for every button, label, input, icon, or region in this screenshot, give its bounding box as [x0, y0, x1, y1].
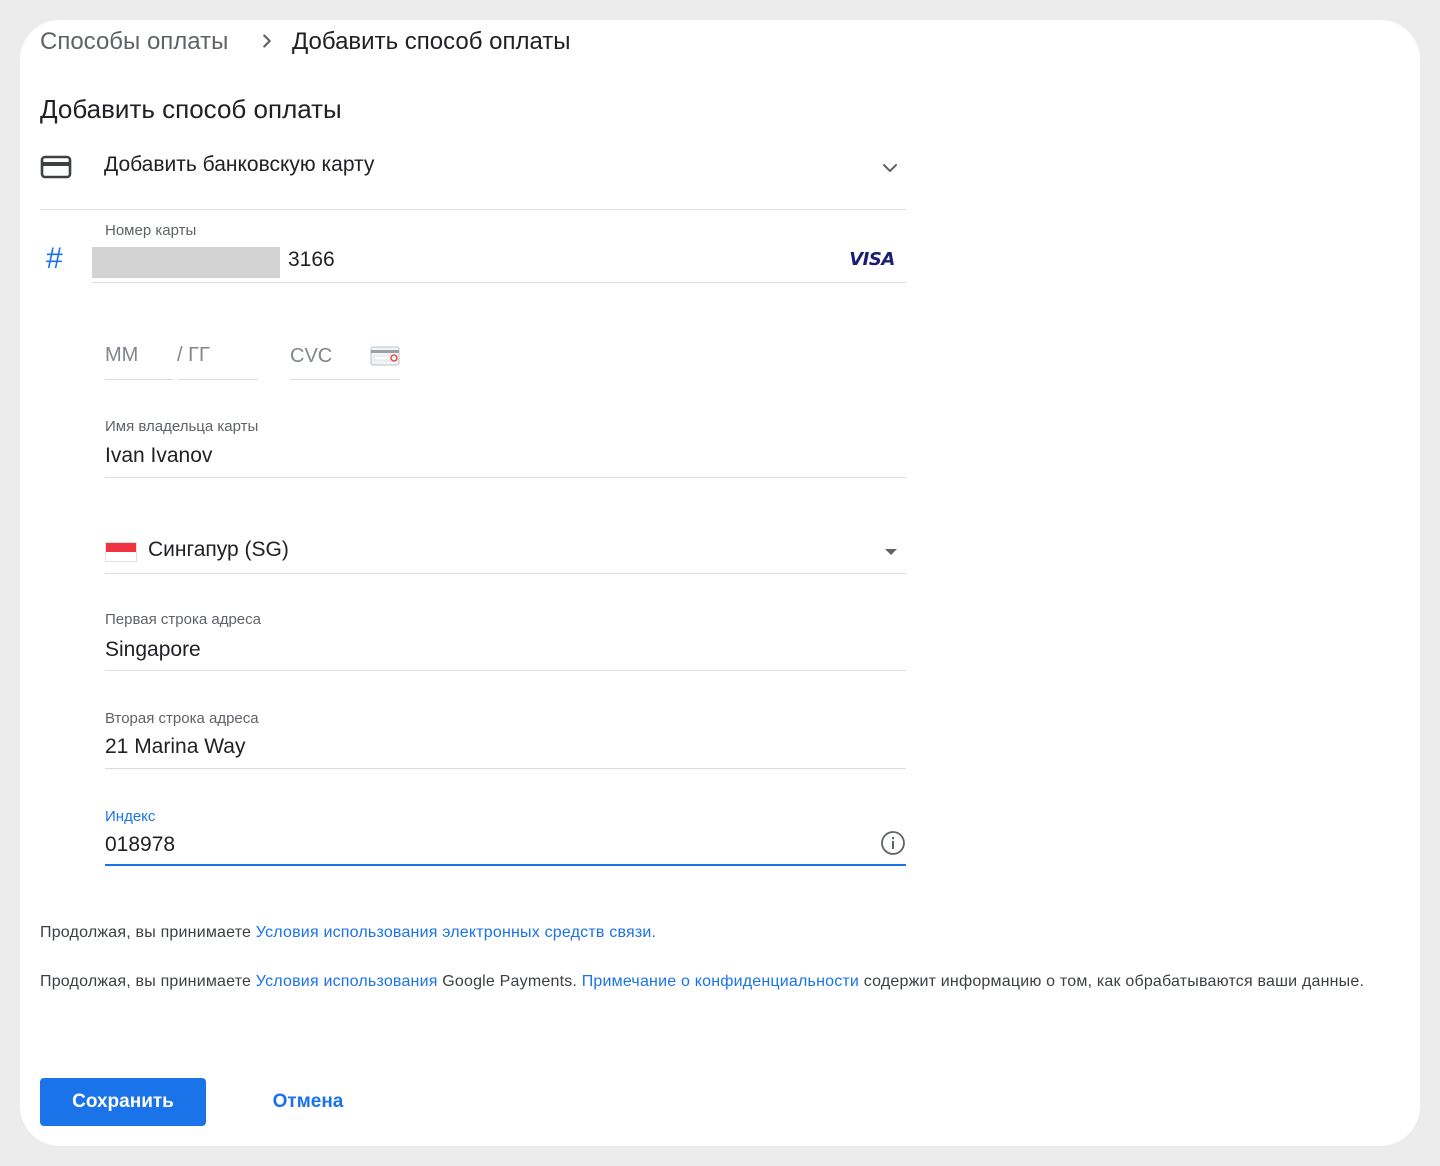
payments-terms-link[interactable]: Условия использования — [256, 973, 438, 990]
e-communications-terms-link[interactable]: Условия использования электронных средст… — [256, 924, 652, 941]
legal-notice-communications: Продолжая, вы принимаете Условия использ… — [40, 924, 657, 941]
breadcrumb-payment-methods-link[interactable]: Способы оплаты — [40, 28, 228, 56]
cvc-placeholder: CVC — [290, 345, 333, 367]
save-button[interactable]: Сохранить — [40, 1078, 206, 1126]
card-number-label: Номер карты — [105, 222, 197, 239]
visa-logo-icon: VISA — [849, 248, 895, 270]
payment-form-card: Способы оплаты Добавить способ оплаты До… — [20, 20, 1420, 1146]
chevron-down-icon[interactable] — [878, 156, 902, 180]
cvc-card-icon — [370, 346, 400, 366]
expiry-month-placeholder: ММ — [105, 344, 139, 366]
postal-code-value: 018978 — [105, 833, 176, 856]
address-line1-value: Singapore — [105, 638, 201, 661]
payment-method-label: Добавить банковскую карту — [104, 153, 375, 176]
singapore-flag-icon — [105, 542, 137, 562]
postal-code-input[interactable] — [105, 828, 906, 866]
address-line2-value: 21 Marina Way — [105, 735, 246, 758]
address-line2-label: Вторая строка адреса — [105, 710, 259, 727]
card-number-masked-digits — [92, 247, 280, 278]
caret-down-icon[interactable] — [883, 547, 899, 557]
cancel-button[interactable]: Отмена — [260, 1078, 356, 1126]
cardholder-name-input[interactable] — [105, 440, 906, 478]
chevron-right-icon — [263, 34, 271, 48]
privacy-notice-link[interactable]: Примечание о конфиденциальности — [582, 973, 859, 990]
hash-icon: # — [46, 242, 63, 275]
payment-method-selector[interactable]: Добавить банковскую карту — [40, 140, 906, 210]
country-value: Сингапур (SG) — [148, 538, 289, 561]
postal-code-label: Индекс — [105, 808, 156, 825]
legal-notice-payments: Продолжая, вы принимаете Условия использ… — [40, 973, 1365, 990]
address-line1-label: Первая строка адреса — [105, 611, 261, 628]
info-icon[interactable] — [880, 830, 906, 856]
address-line1-input[interactable] — [105, 632, 906, 671]
cardholder-name-value: Ivan Ivanov — [105, 444, 213, 467]
page-title: Добавить способ оплаты — [40, 94, 342, 124]
credit-card-icon — [40, 155, 72, 179]
breadcrumb-current: Добавить способ оплаты — [292, 28, 571, 55]
expiry-year-placeholder: / ГГ — [177, 344, 210, 366]
cardholder-name-label: Имя владельца карты — [105, 418, 259, 435]
card-number-last-digits: 3166 — [288, 248, 335, 271]
